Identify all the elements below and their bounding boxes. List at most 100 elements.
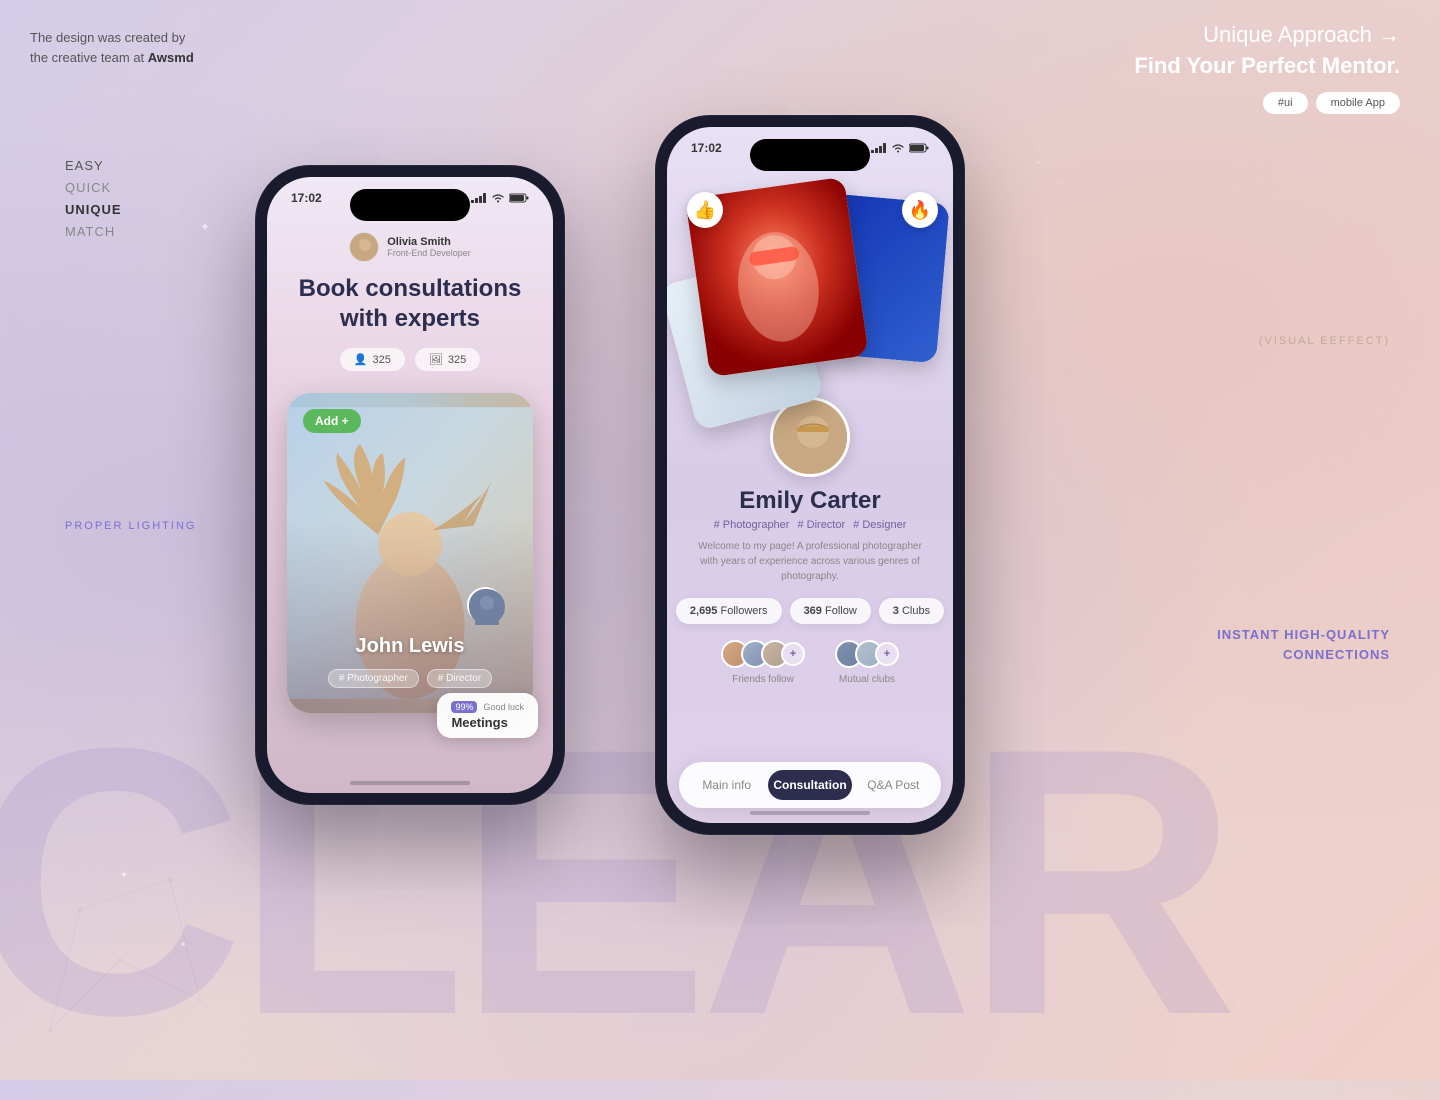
emily-section: Emily Carter # Photographer # Director #… bbox=[667, 397, 953, 685]
meeting-percent: 99% bbox=[451, 701, 477, 713]
wifi-icon bbox=[491, 193, 505, 203]
emily-follow-label: Follow bbox=[825, 605, 857, 617]
user-name: Olivia Smith bbox=[387, 236, 471, 248]
emily-stats-row: 2,695 Followers 369 Follow 3 Clubs bbox=[676, 598, 944, 624]
john-name: John Lewis bbox=[287, 635, 533, 658]
star-4: ● bbox=[1036, 160, 1040, 166]
emily-tags: # Photographer # Director # Designer bbox=[714, 519, 907, 531]
phone1-card: Add + John Lewis # Photographer # Direct… bbox=[287, 393, 533, 713]
add-button[interactable]: Add + bbox=[303, 409, 361, 433]
label-match: MATCH bbox=[65, 221, 122, 243]
emily-tag2: # Director bbox=[797, 519, 845, 531]
phone-left: 17:02 bbox=[255, 165, 565, 805]
tab-consultation[interactable]: Consultation bbox=[768, 770, 851, 800]
emily-name: Emily Carter bbox=[739, 487, 880, 515]
thumbs-up-badge: 👍 bbox=[687, 192, 723, 228]
phone1-user-info: Olivia Smith Front-End Developer bbox=[349, 232, 471, 262]
meeting-good-luck: 99% Good luck bbox=[451, 701, 524, 713]
instant-line1: INSTANT HIGH-QUALITY bbox=[1217, 625, 1390, 645]
star-3: ✦ bbox=[180, 940, 187, 949]
phone-left-home-indicator bbox=[350, 781, 470, 785]
headline-line1: Unique Approach → bbox=[1134, 20, 1400, 51]
phone1-stats: 👤 325 🖼 325 bbox=[340, 348, 480, 371]
phone1-card-overlay bbox=[287, 393, 533, 713]
left-labels-section: EASY QUICK UNIQUE MATCH bbox=[65, 155, 122, 243]
emily-followers-count: 2,695 bbox=[690, 605, 718, 617]
stat2-value: 325 bbox=[448, 354, 466, 366]
proper-lighting-label: PROPER LIGHTING bbox=[65, 520, 196, 532]
phone-right-statusbar: 17:02 bbox=[667, 141, 953, 155]
user-avatar-olivia bbox=[349, 232, 379, 262]
meeting-label-text: Good luck bbox=[483, 702, 524, 712]
emily-bio: Welcome to my page! A professional photo… bbox=[667, 539, 953, 584]
mutual-clubs-group: + Mutual clubs bbox=[835, 640, 899, 685]
star-5: ● bbox=[1058, 180, 1060, 185]
headline-line2: Find Your Perfect Mentor. bbox=[1134, 51, 1400, 82]
star-1: ✦ bbox=[200, 220, 210, 234]
instant-line2: CONNECTIONS bbox=[1217, 645, 1390, 665]
phone-right-home-indicator bbox=[750, 811, 870, 815]
emily-followers-label: Followers bbox=[720, 605, 767, 617]
label-easy: EASY bbox=[65, 155, 122, 177]
friends-avatars: + bbox=[721, 640, 805, 668]
emily-clubs-bubble[interactable]: 3 Clubs bbox=[879, 598, 944, 624]
tag-ui: #ui bbox=[1263, 92, 1308, 114]
meeting-bubble: 99% Good luck Meetings bbox=[437, 693, 538, 738]
tab-qa-post[interactable]: Q&A Post bbox=[852, 770, 935, 800]
friends-follow-group: + Friends follow bbox=[721, 640, 805, 685]
battery-icon-r bbox=[909, 143, 929, 153]
emily-avatar bbox=[770, 397, 850, 477]
phone1-title-line2: with experts bbox=[340, 305, 480, 332]
wifi-icon-r bbox=[891, 143, 905, 153]
top-right-section: Unique Approach → Find Your Perfect Ment… bbox=[1134, 20, 1400, 114]
emily-tag3: # Designer bbox=[853, 519, 906, 531]
meetings-text: Meetings bbox=[451, 715, 524, 730]
tag-pills: #ui mobile App bbox=[1134, 92, 1400, 114]
follow-section: + Friends follow + Mutual clubs bbox=[721, 640, 899, 685]
phone-left-status-icons bbox=[471, 193, 529, 203]
instant-connections-label: INSTANT HIGH-QUALITY CONNECTIONS bbox=[1217, 625, 1390, 664]
phone-right-time: 17:02 bbox=[691, 141, 722, 155]
headline-line2-bold: Find Your Perfect Mentor. bbox=[1134, 53, 1400, 78]
emily-tag1: # Photographer bbox=[714, 519, 790, 531]
battery-icon bbox=[509, 193, 529, 203]
phone-left-statusbar: 17:02 bbox=[267, 191, 553, 205]
credit-line2: the creative team at bbox=[30, 50, 148, 65]
tag-mobile: mobile App bbox=[1316, 92, 1400, 114]
stat1-value: 325 bbox=[373, 354, 391, 366]
credit-text: The design was created by the creative t… bbox=[30, 28, 194, 67]
phone1-title: Book consultations with experts bbox=[269, 274, 552, 334]
star-2: ✦ bbox=[120, 870, 128, 881]
phone-right-status-icons bbox=[871, 143, 929, 153]
star-8: ● bbox=[1237, 1000, 1240, 1006]
credit-brand: Awsmd bbox=[148, 50, 194, 65]
phone-right-screen: 17:02 bbox=[667, 127, 953, 823]
phone-left-time: 17:02 bbox=[291, 191, 322, 205]
user-role: Front-End Developer bbox=[387, 248, 471, 258]
background-grid bbox=[0, 0, 300, 150]
signal-icon bbox=[471, 193, 487, 203]
phone-right: 17:02 bbox=[655, 115, 965, 835]
emily-followers-bubble[interactable]: 2,695 Followers bbox=[676, 598, 782, 624]
mutual-clubs-label: Mutual clubs bbox=[839, 674, 895, 685]
friends-plus: + bbox=[781, 642, 805, 666]
credit-line1: The design was created by bbox=[30, 30, 185, 45]
tab-bar: Main info Consultation Q&A Post bbox=[679, 762, 941, 808]
stat2-icon: 🖼 bbox=[429, 353, 443, 366]
stat-pill-1: 👤 325 bbox=[340, 348, 405, 371]
phone1-title-line1: Book consultations bbox=[299, 275, 522, 302]
signal-icon-r bbox=[871, 143, 887, 153]
headline: Unique Approach → Find Your Perfect Ment… bbox=[1134, 20, 1400, 82]
john-tag-2: # Director bbox=[427, 669, 492, 688]
clubs-avatars: + bbox=[835, 640, 899, 668]
fire-badge: 🔥 bbox=[902, 192, 938, 228]
label-unique: UNIQUE bbox=[65, 199, 122, 221]
john-avatar bbox=[467, 587, 503, 623]
john-tags: # Photographer # Director bbox=[287, 669, 533, 688]
emily-clubs-label: Clubs bbox=[902, 605, 930, 617]
tab-main-info[interactable]: Main info bbox=[685, 770, 768, 800]
emily-follow-bubble[interactable]: 369 Follow bbox=[790, 598, 871, 624]
emily-clubs-count: 3 bbox=[893, 605, 899, 617]
john-tag-1: # Photographer bbox=[328, 669, 419, 688]
label-quick: QUICK bbox=[65, 177, 122, 199]
